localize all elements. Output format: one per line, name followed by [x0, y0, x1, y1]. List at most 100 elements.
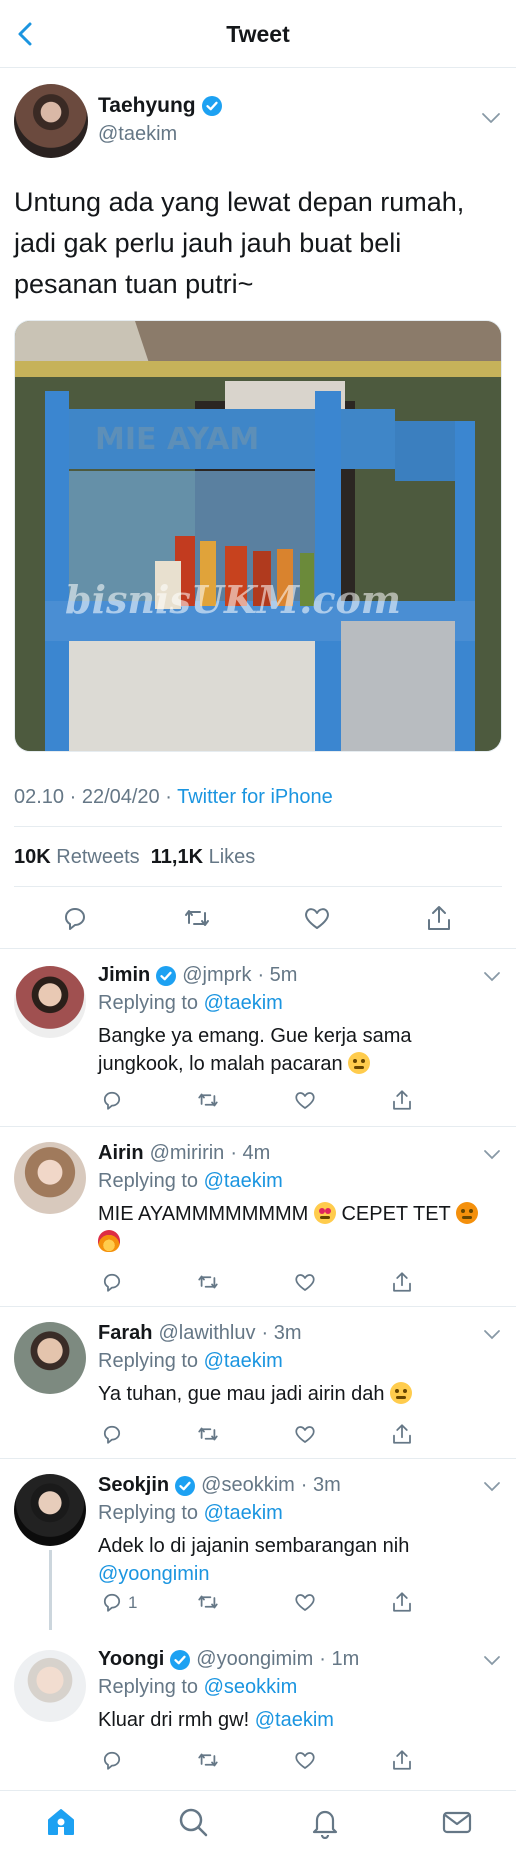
reply-header: Airin @miririn · 4m [98, 1142, 270, 1165]
reply-icon[interactable] [100, 1422, 124, 1446]
share-icon[interactable] [424, 903, 454, 933]
reply-author-handle[interactable]: @yoongimim [196, 1648, 313, 1671]
search-icon[interactable] [176, 1805, 210, 1839]
reply-actions [0, 1748, 516, 1778]
like-heart-icon[interactable] [293, 1590, 317, 1614]
reply-text-body: Adek lo di jajanin sembarangan nih [98, 1535, 410, 1557]
like-heart-icon[interactable] [293, 1088, 317, 1112]
replying-to-handle[interactable]: @taekim [204, 1350, 283, 1372]
reply-author-name[interactable]: Jimin [98, 964, 150, 987]
avatar[interactable] [14, 1142, 86, 1214]
replying-to-handle[interactable]: @taekim [204, 992, 283, 1014]
tweet-photo[interactable]: MIE AYAM bisnisUKM.com [14, 320, 502, 752]
home-icon[interactable] [44, 1805, 78, 1839]
share-icon[interactable] [390, 1590, 414, 1614]
reply-item[interactable]: Airin @miririn · 4m Replying to @taekim … [0, 1126, 516, 1306]
author-name[interactable]: Taehyung [98, 94, 196, 118]
reply-actions: 1 [0, 1590, 516, 1620]
reply-icon[interactable] [60, 903, 90, 933]
header: Tweet [0, 0, 516, 68]
tweet-stats: 10K Retweets 11,1K Likes [14, 846, 255, 869]
avatar[interactable] [14, 1650, 86, 1722]
chevron-down-icon[interactable] [482, 1148, 502, 1162]
reply-text-body: Ya tuhan, gue mau jadi airin dah [98, 1383, 385, 1405]
like-heart-icon[interactable] [293, 1748, 317, 1772]
retweet-icon[interactable] [196, 1748, 220, 1772]
share-icon[interactable] [390, 1088, 414, 1112]
reply-icon[interactable] [100, 1270, 124, 1294]
avatar[interactable] [14, 1474, 86, 1546]
messages-mail-icon[interactable] [440, 1805, 474, 1839]
reply-item[interactable]: Jimin @jmprk · 5m Replying to @taekim Ba… [0, 948, 516, 1126]
author-handle[interactable]: @taekim [98, 123, 177, 146]
reply-header: Farah @lawithluv · 3m [98, 1322, 301, 1345]
verified-badge-icon [156, 965, 177, 986]
like-heart-icon[interactable] [293, 1422, 317, 1446]
tweet-source-link[interactable]: Twitter for iPhone [177, 786, 333, 808]
reply-icon[interactable] [100, 1748, 124, 1772]
reply-author-name[interactable]: Seokjin [98, 1474, 169, 1497]
reply-header: Seokjin @seokkim · 3m [98, 1474, 341, 1497]
fire-emoji [98, 1230, 120, 1252]
chevron-down-icon[interactable] [482, 1328, 502, 1342]
reply-author-name[interactable]: Yoongi [98, 1648, 164, 1671]
avatar[interactable] [14, 84, 88, 158]
author-name-row[interactable]: Taehyung [98, 94, 222, 118]
heart-eyes-emoji [313, 1202, 336, 1224]
replying-label: Replying to [98, 992, 199, 1014]
reply-author-name[interactable]: Airin [98, 1142, 144, 1165]
reply-author-name[interactable]: Farah [98, 1322, 152, 1345]
retweet-icon[interactable] [182, 903, 212, 933]
chevron-down-icon[interactable] [480, 110, 502, 126]
retweet-count[interactable]: 10K [14, 846, 51, 868]
share-icon[interactable] [390, 1270, 414, 1294]
avatar[interactable] [14, 966, 86, 1038]
reply-author-handle[interactable]: @lawithluv [158, 1322, 255, 1345]
angry-face-emoji [455, 1202, 478, 1224]
retweet-label[interactable]: Retweets [56, 846, 139, 868]
reply-text: Ya tuhan, gue mau jadi airin dah [98, 1380, 498, 1408]
like-label[interactable]: Likes [209, 846, 256, 868]
reply-item[interactable]: Yoongi @yoongimim · 1m Replying to @seok… [0, 1636, 516, 1786]
retweet-icon[interactable] [196, 1590, 220, 1614]
reply-author-handle[interactable]: @seokkim [201, 1474, 295, 1497]
retweet-icon[interactable] [196, 1422, 220, 1446]
reply-header: Jimin @jmprk · 5m [98, 964, 297, 987]
reply-actions [0, 1088, 516, 1118]
reply-author-handle[interactable]: @jmprk [182, 964, 251, 987]
replying-to-handle[interactable]: @taekim [204, 1170, 283, 1192]
reply-item[interactable]: Farah @lawithluv · 3m Replying to @taeki… [0, 1306, 516, 1458]
reply-icon[interactable] [100, 1088, 124, 1112]
reply-icon[interactable] [100, 1590, 124, 1614]
tweet-actions [0, 898, 516, 938]
reply-time: · 5m [257, 964, 298, 986]
reply-header: Yoongi @yoongimim · 1m [98, 1648, 359, 1671]
replying-to-handle[interactable]: @seokkim [204, 1676, 298, 1698]
share-icon[interactable] [390, 1748, 414, 1772]
mention-link[interactable]: @taekim [255, 1709, 334, 1731]
notifications-bell-icon[interactable] [308, 1805, 342, 1839]
like-heart-icon[interactable] [302, 903, 332, 933]
reply-count: 1 [128, 1593, 138, 1612]
replying-to-handle[interactable]: @taekim [204, 1502, 283, 1524]
share-icon[interactable] [390, 1422, 414, 1446]
verified-badge-icon [175, 1475, 196, 1496]
replying-to: Replying to @seokkim [98, 1676, 297, 1699]
like-count[interactable]: 11,1K [151, 846, 203, 868]
chevron-down-icon[interactable] [482, 1480, 502, 1494]
retweet-icon[interactable] [196, 1270, 220, 1294]
reply-author-handle[interactable]: @miririn [150, 1142, 225, 1165]
replying-to: Replying to @taekim [98, 1170, 283, 1193]
replying-label: Replying to [98, 1350, 199, 1372]
mention-link[interactable]: @yoongimin [98, 1563, 209, 1585]
retweet-icon[interactable] [196, 1088, 220, 1112]
like-heart-icon[interactable] [293, 1270, 317, 1294]
avatar[interactable] [14, 1322, 86, 1394]
chevron-down-icon[interactable] [482, 1654, 502, 1668]
replying-label: Replying to [98, 1676, 199, 1698]
tweet-timestamp: 02.10 · 22/04/20 · Twitter for iPhone [14, 786, 333, 809]
chevron-down-icon[interactable] [482, 970, 502, 984]
replying-to: Replying to @taekim [98, 992, 283, 1015]
reply-text: Bangke ya emang. Gue kerja sama jungkook… [98, 1022, 498, 1078]
reply-item[interactable]: Seokjin @seokkim · 3m Replying to @taeki… [0, 1458, 516, 1630]
